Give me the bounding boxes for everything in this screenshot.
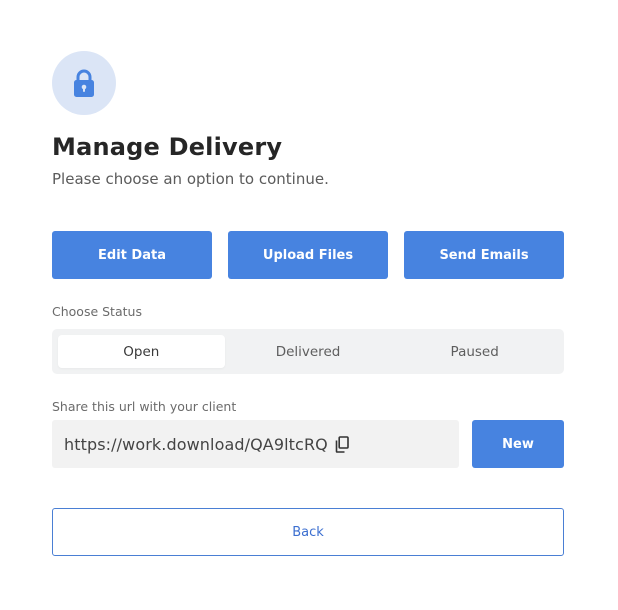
back-button[interactable]: Back [52, 508, 564, 556]
status-selector: Open Delivered Paused [52, 329, 564, 374]
share-url-field[interactable]: https://work.download/QA9ltcRQ [52, 420, 459, 468]
copy-icon[interactable] [335, 435, 349, 453]
action-buttons: Edit Data Upload Files Send Emails [52, 231, 564, 279]
status-label: Choose Status [52, 304, 142, 319]
edit-data-button[interactable]: Edit Data [52, 231, 212, 279]
share-url-text[interactable]: https://work.download/QA9ltcRQ [64, 435, 328, 454]
status-option-open[interactable]: Open [58, 335, 225, 368]
page-title: Manage Delivery [52, 133, 283, 161]
lock-badge [52, 51, 116, 115]
lock-icon [72, 68, 96, 98]
share-url-label: Share this url with your client [52, 399, 237, 414]
page-subtitle: Please choose an option to continue. [52, 170, 329, 188]
status-option-delivered[interactable]: Delivered [225, 335, 392, 368]
send-emails-button[interactable]: Send Emails [404, 231, 564, 279]
new-url-button[interactable]: New [472, 420, 564, 468]
status-option-paused[interactable]: Paused [391, 335, 558, 368]
upload-files-button[interactable]: Upload Files [228, 231, 388, 279]
